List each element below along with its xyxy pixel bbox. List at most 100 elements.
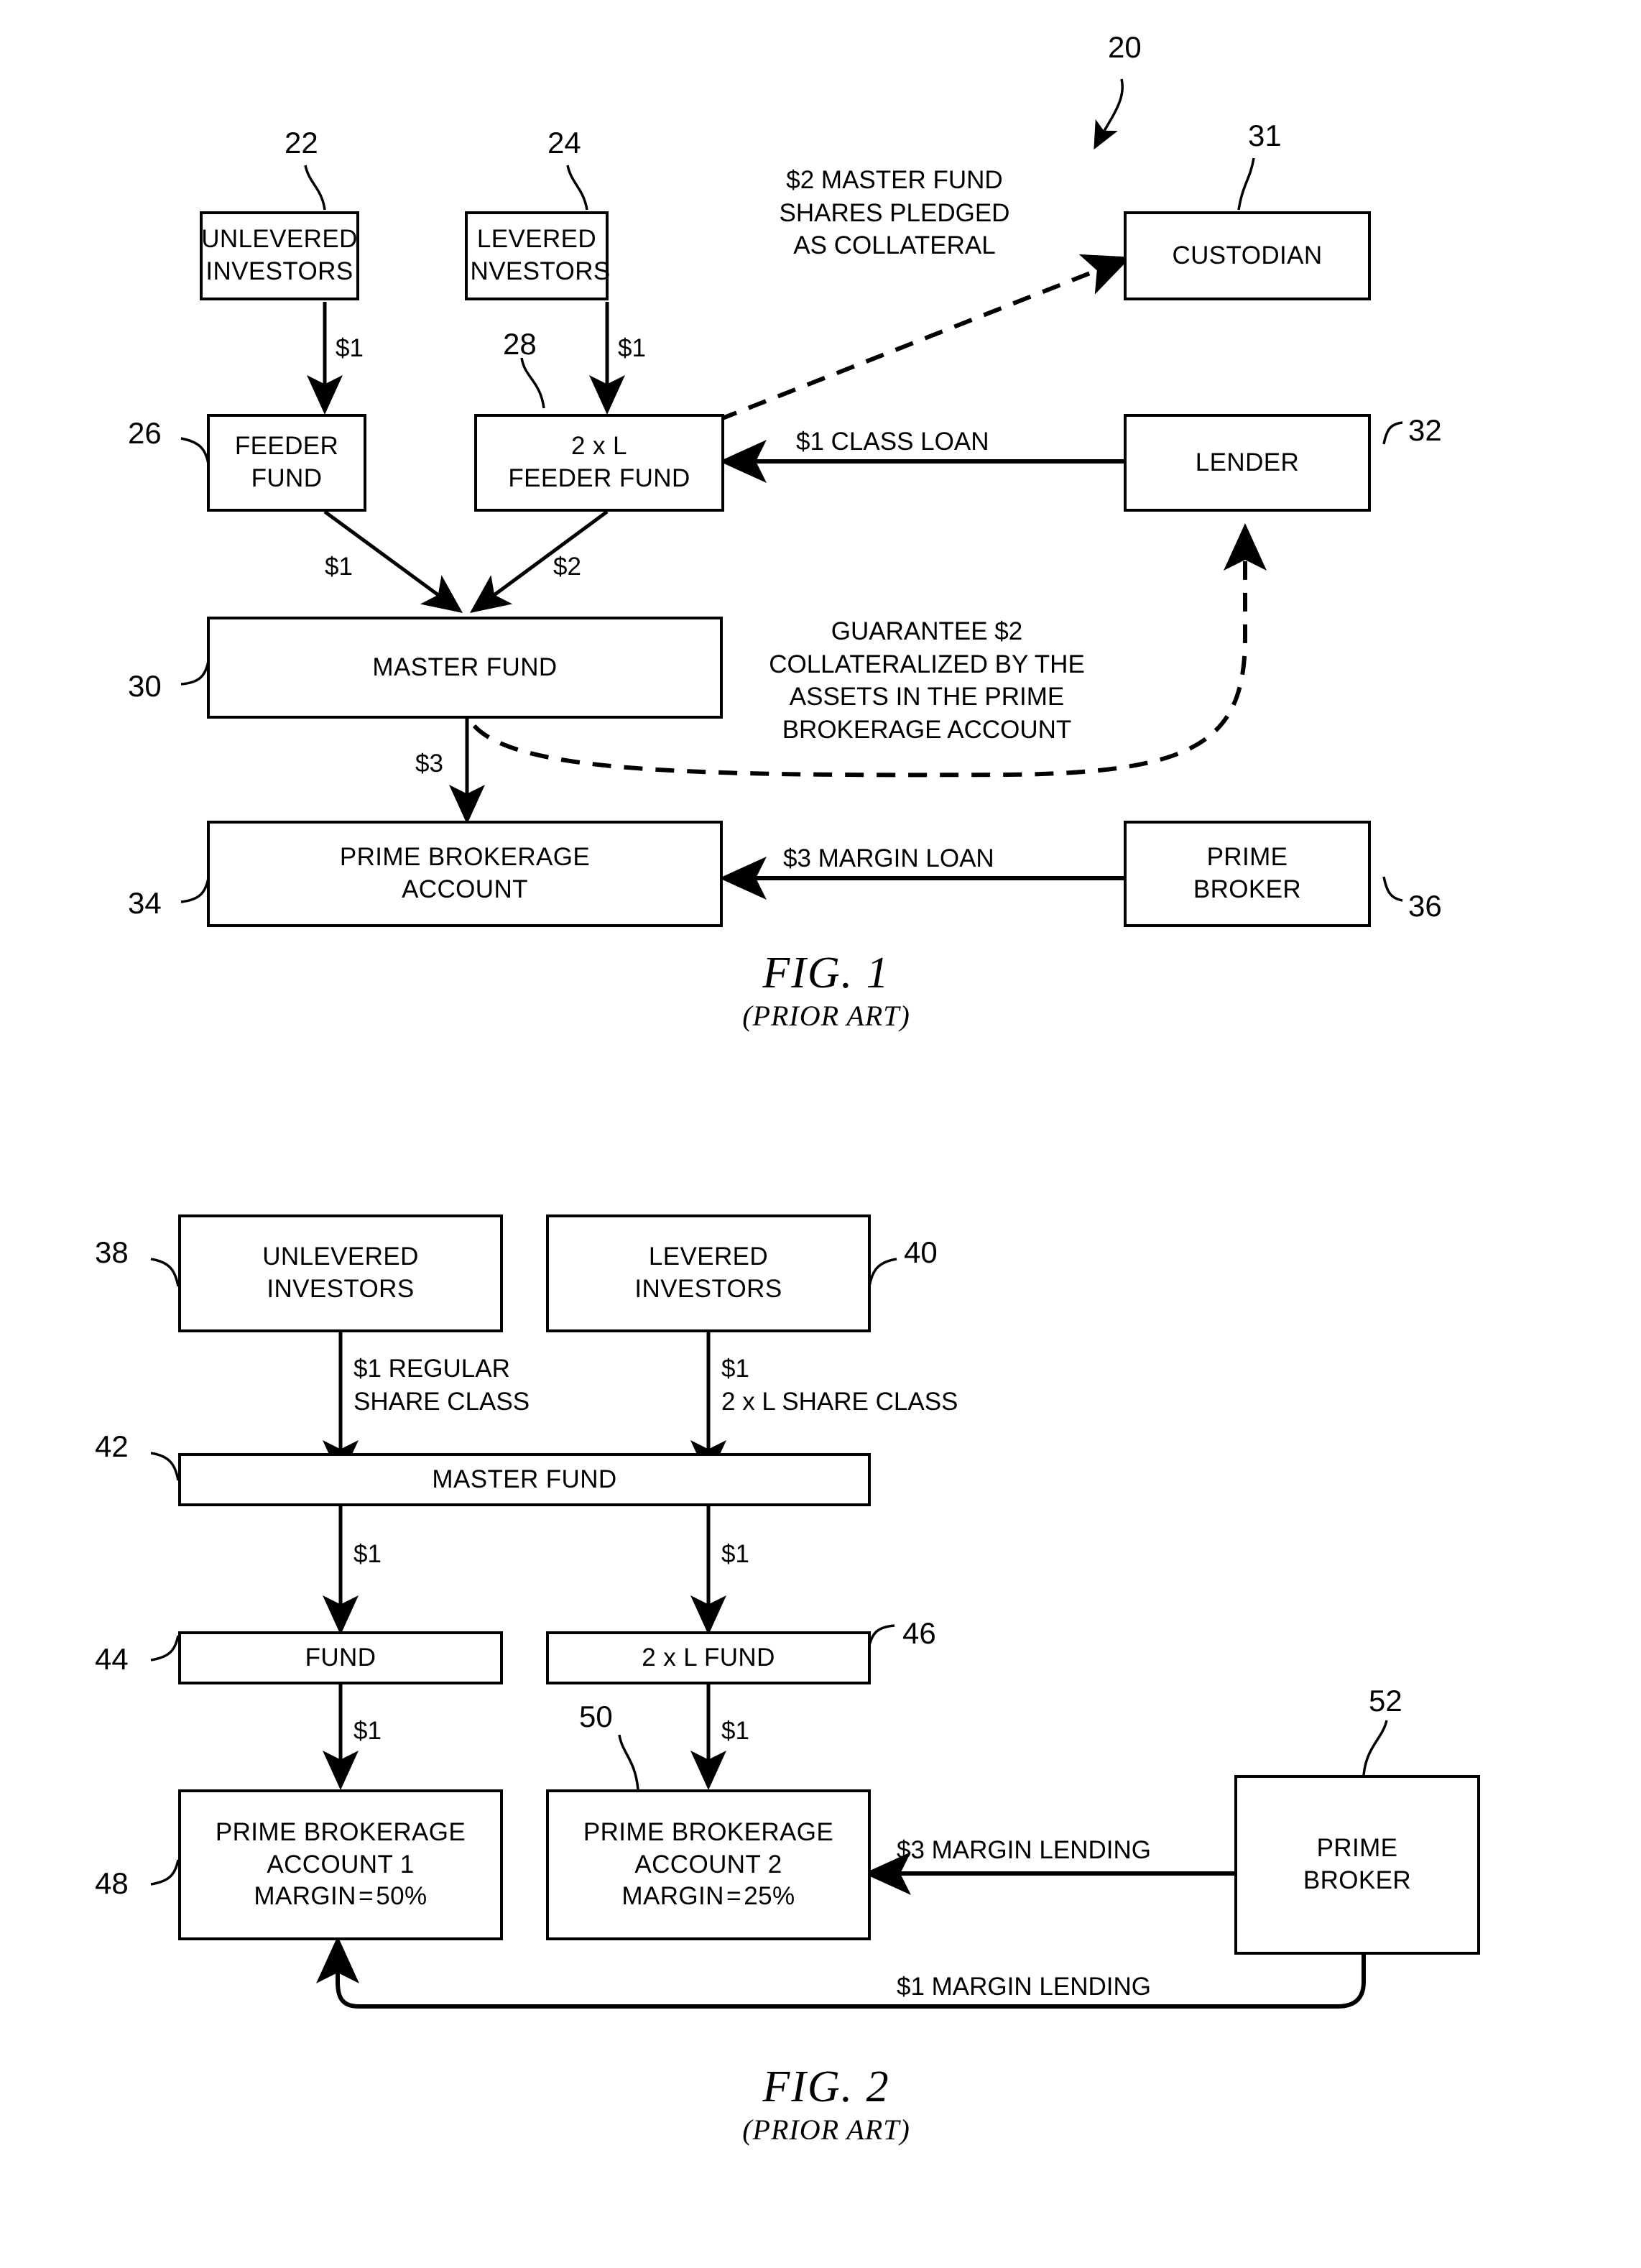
fig1-prime-brokerage-account-box[interactable]: PRIME BROKERAGE ACCOUNT xyxy=(207,821,723,927)
fig2-pba2-line2: ACCOUNT 2 xyxy=(634,1850,782,1879)
fig1-master-fund-box[interactable]: MASTER FUND xyxy=(207,617,723,719)
fig2-ref-52: 52 xyxy=(1369,1684,1402,1718)
fig2-levered-fund-box[interactable]: 2 x L FUND xyxy=(546,1631,871,1684)
fig1-pledge-note-line1: $2 MASTER FUND xyxy=(786,166,1003,194)
fig2-edge-levered-to-master-line2: 2 x L SHARE CLASS xyxy=(721,1387,958,1416)
fig2-ref-38: 38 xyxy=(95,1235,129,1269)
fig1-custodian-box[interactable]: CUSTODIAN xyxy=(1124,211,1371,300)
fig2-pba2-line1: PRIME BROKERAGE xyxy=(583,1817,834,1846)
fig2-ref-44: 44 xyxy=(95,1642,129,1676)
fig2-fund-box[interactable]: FUND xyxy=(178,1631,503,1684)
fig2-pba2-line3: MARGIN = 25% xyxy=(621,1882,795,1911)
fig2-ref-42: 42 xyxy=(95,1429,129,1463)
fig1-ref-31: 31 xyxy=(1248,119,1282,152)
fig1-ref-30: 30 xyxy=(128,669,162,703)
fig1-guarantee-note: GUARANTEE $2 COLLATERALIZED BY THE ASSET… xyxy=(747,615,1106,746)
fig1-ref-20: 20 xyxy=(1108,30,1142,64)
fig1-caption-sub: (PRIOR ART) xyxy=(742,1000,910,1033)
fig1-levered-feeder-fund-line2: FEEDER FUND xyxy=(508,464,690,492)
fig1-edge-feeder-to-master: $1 xyxy=(325,553,353,581)
fig2-edge-unlevered-to-master-line1: $1 REGULAR xyxy=(353,1355,510,1383)
fig1-pledge-note-line2: SHARES PLEDGED xyxy=(779,198,1010,227)
fig1-edge-levered-to-levered-feeder: $1 xyxy=(618,334,646,362)
fig1-levered-feeder-fund-box[interactable]: 2 x L FEEDER FUND xyxy=(474,414,724,512)
fig1-edge-unlevered-to-feeder: $1 xyxy=(336,334,364,362)
fig1-prime-broker-line2: BROKER xyxy=(1193,875,1302,903)
fig1-ref-26: 26 xyxy=(128,416,162,450)
fig2-edge-master-to-levered-fund: $1 xyxy=(721,1540,749,1568)
fig2-edge-margin-lending-3: $3 MARGIN LENDING xyxy=(897,1836,1151,1864)
fig1-edge-master-to-pba: $3 xyxy=(415,750,443,778)
fig1-levered-feeder-fund-line1: 2 x L xyxy=(571,432,627,461)
fig2-caption-number: FIG. 2 xyxy=(762,2062,890,2111)
fig1-pba-line1: PRIME BROKERAGE xyxy=(339,843,591,872)
fig2-caption: FIG. 2 (PRIOR ART) xyxy=(604,2062,1049,2148)
fig2-prime-brokerage-account-2-box[interactable]: PRIME BROKERAGE ACCOUNT 2 MARGIN = 25% xyxy=(546,1789,871,1940)
fig2-levered-investors-line2: INVESTORS xyxy=(634,1275,782,1303)
fig1-ref-36: 36 xyxy=(1408,889,1442,923)
fig2-ref-46: 46 xyxy=(902,1616,936,1650)
fig2-unlevered-investors-box[interactable]: UNLEVERED INVESTORS xyxy=(178,1214,503,1332)
fig1-feeder-fund-line2: FUND xyxy=(251,464,323,492)
fig1-caption-number: FIG. 1 xyxy=(762,949,890,997)
fig2-edge-unlevered-to-master-line2: SHARE CLASS xyxy=(353,1387,530,1416)
fig2-edge-fund-to-pba1: $1 xyxy=(353,1717,382,1745)
fig2-prime-broker-box[interactable]: PRIME BROKER xyxy=(1234,1775,1480,1955)
fig1-ref-32: 32 xyxy=(1408,413,1442,447)
fig1-levered-investors-line1: LEVERED xyxy=(476,225,597,254)
fig1-ref-34: 34 xyxy=(128,886,162,920)
fig1-levered-investors-line2: INVESTORS xyxy=(463,257,611,285)
fig1-feeder-fund-line1: FEEDER xyxy=(234,432,339,461)
fig1-pledge-note: $2 MASTER FUND SHARES PLEDGED AS COLLATE… xyxy=(754,164,1035,262)
fig1-pledge-note-line3: AS COLLATERAL xyxy=(793,231,996,259)
fig1-guarantee-note-line1: GUARANTEE $2 xyxy=(831,617,1023,645)
fig1-edge-class-loan: $1 CLASS LOAN xyxy=(796,428,989,456)
fig1-master-fund-label: MASTER FUND xyxy=(372,653,558,681)
fig2-pba1-line3: MARGIN = 50% xyxy=(254,1882,427,1911)
fig1-feeder-fund-box[interactable]: FEEDER FUND xyxy=(207,414,366,512)
fig1-guarantee-note-line3: ASSETS IN THE PRIME xyxy=(789,683,1065,711)
fig2-ref-40: 40 xyxy=(904,1235,938,1269)
fig2-edge-levered-fund-to-pba2: $1 xyxy=(721,1717,749,1745)
fig2-prime-brokerage-account-1-box[interactable]: PRIME BROKERAGE ACCOUNT 1 MARGIN = 50% xyxy=(178,1789,503,1940)
fig2-prime-broker-line1: PRIME xyxy=(1316,1834,1398,1863)
fig1-unlevered-investors-box[interactable]: UNLEVERED INVESTORS xyxy=(200,211,359,300)
fig2-levered-fund-label: 2 x L FUND xyxy=(642,1643,775,1672)
fig1-ref-24: 24 xyxy=(547,126,581,160)
fig2-master-fund-label: MASTER FUND xyxy=(432,1465,617,1493)
fig2-levered-investors-box[interactable]: LEVERED INVESTORS xyxy=(546,1214,871,1332)
fig1-prime-broker-box[interactable]: PRIME BROKER xyxy=(1124,821,1371,927)
fig1-levered-investors-box[interactable]: LEVERED INVESTORS xyxy=(463,211,611,300)
fig2-edge-unlevered-to-master: $1 REGULAR SHARE CLASS xyxy=(353,1352,530,1418)
fig1-unlevered-investors-line2: INVESTORS xyxy=(205,257,353,285)
fig2-ref-48: 48 xyxy=(95,1866,129,1900)
fig1-ref-28: 28 xyxy=(503,327,537,361)
patent-drawing-sheet: UNLEVERED INVESTORS 22 LEVERED INVESTORS… xyxy=(0,0,1641,2268)
fig1-edge-levered-feeder-to-master: $2 xyxy=(553,553,581,581)
fig2-unlevered-investors-line1: UNLEVERED xyxy=(262,1243,419,1271)
fig1-caption: FIG. 1 (PRIOR ART) xyxy=(604,949,1049,1034)
fig1-lender-label: LENDER xyxy=(1195,448,1300,476)
fig2-pba1-line1: PRIME BROKERAGE xyxy=(215,1817,466,1846)
fig2-unlevered-investors-line2: INVESTORS xyxy=(267,1275,415,1303)
fig2-prime-broker-line2: BROKER xyxy=(1303,1866,1412,1894)
fig2-edge-levered-to-master-line1: $1 xyxy=(721,1355,749,1383)
fig1-lender-box[interactable]: LENDER xyxy=(1124,414,1371,512)
fig2-pba1-line2: ACCOUNT 1 xyxy=(267,1850,415,1879)
fig2-edge-margin-lending-1: $1 MARGIN LENDING xyxy=(897,1973,1151,2001)
fig1-guarantee-note-line4: BROKERAGE ACCOUNT xyxy=(782,715,1072,744)
fig2-edge-levered-to-master: $1 2 x L SHARE CLASS xyxy=(721,1352,958,1418)
fig1-prime-broker-line1: PRIME xyxy=(1206,843,1288,872)
fig1-unlevered-investors-line1: UNLEVERED xyxy=(201,225,358,254)
fig1-guarantee-note-line2: COLLATERALIZED BY THE xyxy=(769,650,1085,678)
fig2-levered-investors-line1: LEVERED xyxy=(648,1243,769,1271)
fig2-fund-label: FUND xyxy=(305,1643,376,1672)
fig2-master-fund-box[interactable]: MASTER FUND xyxy=(178,1453,871,1506)
fig1-custodian-label: CUSTODIAN xyxy=(1172,241,1323,269)
fig2-edge-master-to-fund: $1 xyxy=(353,1540,382,1568)
fig1-pba-line2: ACCOUNT xyxy=(402,875,528,903)
fig1-edge-margin-loan: $3 MARGIN LOAN xyxy=(783,844,994,872)
fig2-ref-50: 50 xyxy=(579,1700,613,1733)
fig2-caption-sub: (PRIOR ART) xyxy=(742,2113,910,2147)
fig1-ref-22: 22 xyxy=(285,126,318,160)
